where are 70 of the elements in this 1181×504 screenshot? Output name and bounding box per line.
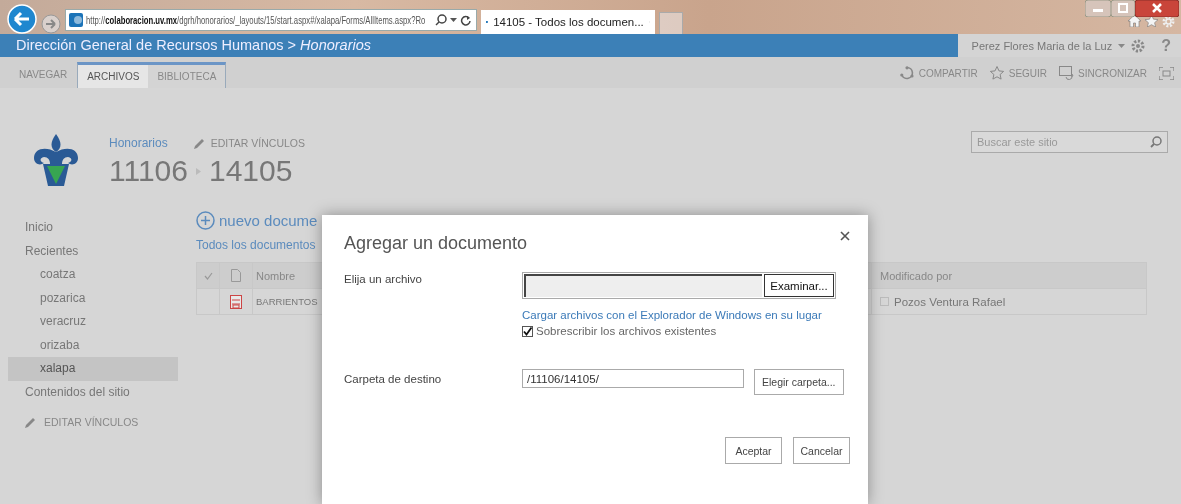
ribbon-tab[interactable]: NAVEGAR xyxy=(9,62,78,88)
nav-item[interactable]: orizaba xyxy=(8,333,178,357)
ribbon-action[interactable]: SINCRONIZAR xyxy=(1078,67,1147,79)
search-placeholder: Buscar este sitio xyxy=(977,136,1058,148)
site-link[interactable]: Honorarios xyxy=(109,136,168,150)
address-bar[interactable]: http://colaboracion.uv.mx/dgrh/honorarios/_layouts/15/start.aspx#/xalapa/Forms/AllItems.aspx?Ro xyxy=(65,9,477,31)
new-tab-button[interactable] xyxy=(659,12,683,34)
add-icon[interactable] xyxy=(196,211,215,230)
choose-folder-button[interactable]: Elegir carpeta... xyxy=(754,369,844,395)
edit-links-link[interactable]: EDITAR VÍNCULOS xyxy=(44,416,139,428)
file-input[interactable] xyxy=(524,274,762,297)
breadcrumb-item: 14105 xyxy=(209,154,293,188)
checkbox-label: Sobrescribir los archivos existentes xyxy=(536,325,717,337)
dialog-button[interactable]: Aceptar xyxy=(725,437,782,464)
dialog-button[interactable]: Cancelar xyxy=(793,437,850,464)
share-icon[interactable] xyxy=(899,66,915,80)
close-button[interactable] xyxy=(1135,0,1179,17)
ribbon-tab[interactable]: ARCHIVOS xyxy=(77,62,149,88)
dialog-title: Agregar un documento xyxy=(344,233,528,254)
ribbon-action[interactable]: COMPARTIR xyxy=(918,67,978,79)
nav-item[interactable]: Inicio xyxy=(8,216,178,240)
minimize-button[interactable] xyxy=(1085,0,1111,17)
nav-item[interactable]: veracruz xyxy=(8,310,178,334)
checkbox[interactable] xyxy=(522,325,533,337)
back-button[interactable] xyxy=(7,4,37,34)
field-label: Carpeta de destino xyxy=(344,372,443,387)
site-title[interactable]: Dirección General de Recursos Humanos > Honorarios xyxy=(0,34,958,57)
search-icon[interactable] xyxy=(435,14,447,26)
column-header[interactable]: Nombre xyxy=(256,269,296,282)
nav-item[interactable]: pozarica xyxy=(8,286,178,310)
view-tab[interactable]: Todos los documentos xyxy=(196,238,316,252)
caret-icon[interactable] xyxy=(450,17,457,23)
edit-links-link[interactable]: EDITAR VÍNCULOS xyxy=(210,137,306,149)
tab-title: 14105 - Todos los documen... xyxy=(493,16,644,28)
maximize-button[interactable] xyxy=(1111,0,1135,17)
focus-icon[interactable] xyxy=(1159,67,1174,80)
nav-item[interactable]: Recientes xyxy=(8,239,178,263)
breadcrumb-item[interactable]: 11106 xyxy=(109,154,188,188)
help-button[interactable]: ? xyxy=(1161,36,1171,55)
ribbon-tab[interactable]: BIBLIOTECA xyxy=(148,62,227,88)
pencil-icon xyxy=(25,416,36,428)
nav-item[interactable]: xalapa xyxy=(8,357,178,381)
pencil-icon xyxy=(193,137,205,149)
new-document-link[interactable]: nuevo docume xyxy=(219,212,318,229)
user-menu[interactable]: Perez Flores Maria de la Luz xyxy=(971,39,1113,52)
settings-icon[interactable] xyxy=(1131,38,1146,53)
field-label: Elija un archivo xyxy=(344,272,423,287)
explorer-upload-link[interactable]: Cargar archivos con el Explorador de Windows en su lugar xyxy=(522,309,822,321)
sync-icon[interactable] xyxy=(1059,66,1075,80)
presence-icon xyxy=(880,297,889,306)
pdf-icon xyxy=(230,294,242,309)
ribbon-action[interactable]: SEGUIR xyxy=(1008,67,1048,79)
forward-button[interactable] xyxy=(41,14,61,34)
nav-item[interactable]: coatza xyxy=(8,263,178,287)
refresh-icon[interactable] xyxy=(460,14,471,26)
check-icon[interactable] xyxy=(203,271,213,280)
star-icon[interactable] xyxy=(1145,15,1158,27)
table-cell: Pozos Ventura Rafael xyxy=(894,295,1006,308)
search-field[interactable]: Buscar este sitio xyxy=(971,131,1168,153)
column-header[interactable]: Modificado por xyxy=(880,269,953,282)
browse-button[interactable]: Examinar... xyxy=(764,274,834,297)
chevron-icon xyxy=(196,167,201,175)
folder-field[interactable]: /11106/14105/ xyxy=(522,369,744,388)
home-icon[interactable] xyxy=(1128,15,1141,27)
file-name[interactable]: BARRIENTOS xyxy=(256,296,318,307)
url-text: http://colaboracion.uv.mx/dgrh/honorarios/_layouts/15/start.aspx#/xalapa/Forms/AllItems.aspx?Ro xyxy=(86,14,426,26)
document-icon xyxy=(231,269,241,282)
star-icon[interactable] xyxy=(989,66,1005,80)
nav-item[interactable]: Contenidos del sitio xyxy=(8,380,178,404)
browser-tab[interactable]: 14105 - Todos los documen... xyxy=(481,10,655,34)
